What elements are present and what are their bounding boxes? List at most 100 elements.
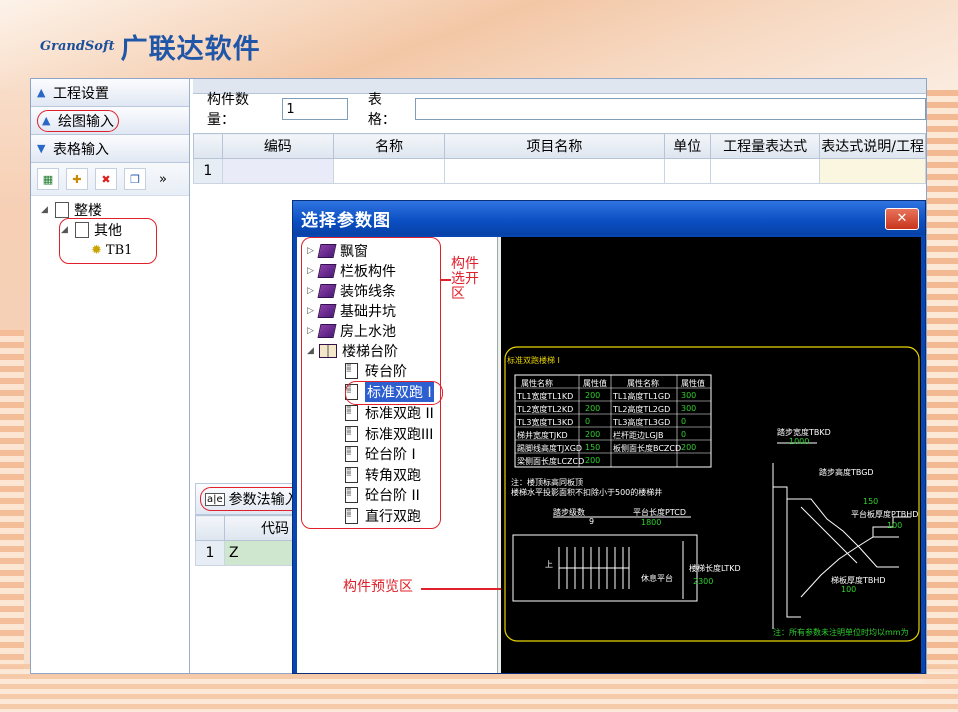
dimension-value: 9: [589, 517, 595, 526]
preview-title: 标准双跑楼梯 I: [507, 356, 560, 365]
close-button[interactable]: ✕: [885, 208, 919, 230]
grid-header-item-name[interactable]: 项目名称: [444, 133, 665, 159]
table-cell: 300: [681, 404, 697, 413]
arrow-up-icon: ▲: [37, 86, 46, 99]
add-item-icon[interactable]: ✚: [66, 168, 88, 190]
grid-cell[interactable]: [221, 158, 334, 184]
grid-cell[interactable]: [819, 158, 926, 184]
document-icon: [55, 202, 69, 218]
grid-header-code[interactable]: 编码: [221, 133, 334, 159]
dimension-value: 2300: [693, 577, 714, 586]
nav-label: 绘图输入: [58, 113, 114, 130]
dimension-value: 150: [863, 497, 879, 506]
dimension-label: 平台长度PTCD: [633, 508, 686, 517]
tree-node-root[interactable]: ◢ 整楼: [41, 200, 189, 220]
expand-triangle-icon[interactable]: ◢: [41, 205, 53, 215]
arrow-down-icon: ▼: [37, 142, 46, 155]
component-select-tree: ▷ 飘窗 ▷ 栏板构件 ▷ 装饰线条 ▷ 基础井坑 ▷ 房上水池 ◢ 楼梯台阶: [297, 237, 501, 673]
dimension-value: 1800: [641, 518, 662, 527]
grid-header-row: 编码 名称 项目名称 单位 工程量表达式 表达式说明/工程: [193, 133, 926, 159]
count-label: 构件数量：: [207, 92, 249, 128]
grid-header-unit[interactable]: 单位: [663, 133, 711, 159]
quantity-grid: 编码 名称 项目名称 单位 工程量表达式 表达式说明/工程 1: [193, 133, 926, 184]
row-number: 1: [193, 158, 223, 184]
table-input[interactable]: [415, 98, 926, 120]
table-cell: 300: [681, 391, 697, 400]
component-tree: ◢ 整楼 ◢ 其他 ✹ TB1: [31, 196, 189, 264]
table-cell: 0: [681, 417, 687, 426]
company-logo: GrandSoft 广联达软件: [40, 26, 261, 66]
component-preview-area: 标准双跑楼梯 I 属性名称 属性值 属性名称 属性值 TL1宽度TL1KD 20…: [501, 237, 921, 673]
slide-background-stripes-right: [924, 90, 958, 690]
dialog-title: 选择参数图: [293, 201, 925, 235]
count-input[interactable]: 1: [282, 98, 348, 120]
export-excel-icon[interactable]: ▦: [37, 168, 59, 190]
grid-cell[interactable]: [663, 158, 711, 184]
table-cell: 梁侧面长度LCZCD: [517, 457, 585, 466]
more-tools-button[interactable]: »: [159, 172, 167, 187]
table-cell: 踢脚线高度TJXGD: [517, 444, 583, 453]
highlight-ring: [59, 218, 157, 264]
logo-mark: GrandSoft: [40, 38, 115, 54]
grid-header-name[interactable]: 名称: [332, 133, 446, 159]
preview-footer: 注：所有参数未注明单位时均以mm为: [773, 628, 909, 637]
dimension-label: 楼梯长度LTKD: [689, 564, 741, 573]
table-cell: 200: [585, 456, 601, 465]
rest-platform-label: 休息平台: [641, 574, 673, 583]
annotation-select-area: 构件选开区: [451, 256, 479, 302]
dimension-label: 踏步级数: [553, 508, 585, 517]
table-cell: 200: [585, 391, 601, 400]
table-label: 表格：: [367, 92, 396, 128]
table-cell: 0: [681, 430, 687, 439]
nav-project-settings[interactable]: ▲ 工程设置: [31, 79, 189, 107]
grid-cell[interactable]: [444, 158, 665, 184]
table-row[interactable]: 1: [193, 158, 926, 184]
table-cell: TL2宽度TL2KD: [517, 405, 574, 414]
preview-note: 楼梯水平投影面积不扣除小于500的楼梯井: [511, 488, 663, 497]
nav-drawing-input[interactable]: ▲ 绘图输入: [31, 107, 189, 135]
grid-cell[interactable]: [332, 158, 446, 184]
table-cell: 0: [585, 417, 591, 426]
grid-cell[interactable]: [709, 158, 821, 184]
nav-table-input[interactable]: ▼ 表格输入: [31, 135, 189, 163]
table-header: 属性值: [681, 379, 705, 388]
arrow-up-icon: ▲: [42, 114, 51, 127]
grid-header-expression[interactable]: 工程量表达式: [709, 133, 821, 159]
grid-corner: [195, 515, 225, 541]
table-cell: TL3宽度TL3KD: [517, 418, 574, 427]
stair-diagram: [504, 346, 920, 642]
nav-label: 工程设置: [53, 85, 109, 102]
table-header: 属性名称: [627, 379, 659, 388]
left-navigation-panel: ▲ 工程设置 ▲ 绘图输入 ▼ 表格输入 ▦ ✚ ✖ ❐ » ◢ 整楼 ◢ 其他…: [31, 79, 190, 673]
annotation-preview-area: 构件预览区: [343, 579, 413, 595]
select-parameter-dialog: 选择参数图 ✕ ▷ 飘窗 ▷ 栏板构件 ▷ 装饰线条 ▷ 基础井坑 ▷ 房上水池: [292, 200, 926, 674]
param-tab-label: 参数法输入: [228, 492, 299, 508]
grid-corner: [193, 133, 223, 159]
highlight-ring-selected: [345, 381, 443, 405]
annotation-line: [421, 588, 501, 590]
up-label: 上: [545, 560, 553, 569]
copy-item-icon[interactable]: ❐: [124, 168, 146, 190]
dimension-label: 平台板厚度PTBHD: [851, 510, 919, 519]
row-number: 1: [195, 540, 225, 566]
nav-label: 表格输入: [53, 141, 109, 158]
logo-text: 广联达软件: [120, 33, 261, 65]
table-header: 属性名称: [521, 379, 553, 388]
delete-item-icon[interactable]: ✖: [95, 168, 117, 190]
table-cell: 200: [585, 430, 601, 439]
dimension-value: 100: [887, 521, 903, 530]
grid-header-description[interactable]: 表达式说明/工程: [819, 133, 926, 159]
table-cell: 栏杆距边LGJB: [613, 431, 664, 440]
table-cell: TL2高度TL2GD: [613, 405, 671, 414]
annotation-line: [441, 279, 451, 281]
table-cell: 150: [585, 443, 601, 452]
dimension-label: 踏步高度TBGD: [819, 468, 874, 477]
slide-background-stripes-left: [0, 330, 24, 670]
table-cell: 梯井宽度TJKD: [517, 431, 568, 440]
tree-toolbar: ▦ ✚ ✖ ❐ »: [31, 163, 189, 196]
table-cell: TL3高度TL3GD: [613, 418, 671, 427]
table-cell: TL1宽度TL1KD: [517, 392, 574, 401]
top-strip: [193, 79, 926, 94]
dialog-body: ▷ 飘窗 ▷ 栏板构件 ▷ 装饰线条 ▷ 基础井坑 ▷ 房上水池 ◢ 楼梯台阶: [297, 237, 921, 673]
dimension-value: 1000: [789, 437, 810, 446]
